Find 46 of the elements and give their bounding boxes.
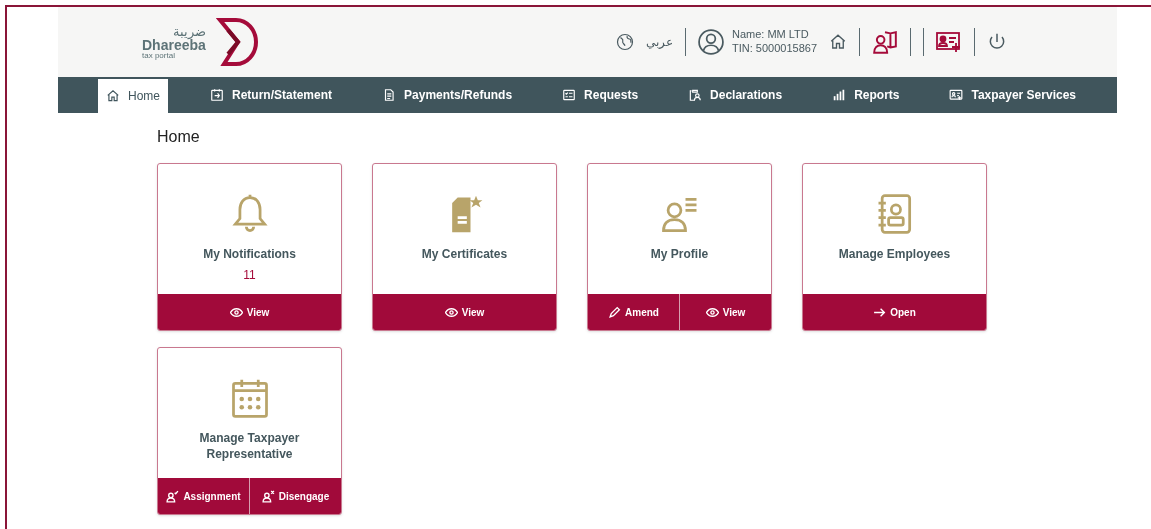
card-title: Manage Employees — [837, 246, 952, 262]
checklist-icon — [562, 88, 577, 102]
card-action-button[interactable]: View — [373, 294, 556, 330]
id-card-icon — [949, 88, 964, 102]
eye-icon — [705, 305, 719, 319]
nav-tab[interactable]: Taxpayer Services — [941, 77, 1084, 113]
card-action-button[interactable]: View — [158, 294, 341, 330]
card-action-button[interactable]: Open — [803, 294, 986, 330]
bar-chart-icon — [832, 88, 847, 102]
user-name: Name: MM LTD — [732, 28, 810, 42]
person-check-icon — [166, 489, 180, 503]
eye-icon — [229, 305, 243, 319]
card-title: Manage Taxpayer Representative — [198, 430, 301, 462]
eye-icon — [444, 305, 458, 319]
nav-tab[interactable]: Home — [98, 77, 168, 113]
globe-icon[interactable] — [616, 33, 634, 51]
power-icon[interactable] — [987, 32, 1007, 52]
clipboard-person-icon — [688, 88, 703, 102]
card-title: My Notifications — [202, 246, 297, 262]
home-icon — [106, 89, 120, 103]
pencil-icon — [608, 305, 622, 319]
card-title: My Profile — [649, 246, 710, 262]
card-title: My Certificates — [420, 246, 509, 262]
nav-tab[interactable]: Payments/Refunds — [374, 77, 521, 113]
language-link[interactable]: عربي — [646, 33, 673, 51]
nav-tab[interactable]: Reports — [824, 77, 908, 113]
nav-tab[interactable]: Return/Statement — [202, 77, 341, 113]
logo-tagline: tax portal — [142, 51, 176, 60]
nav-tab[interactable]: Requests — [554, 77, 647, 113]
home-icon[interactable] — [829, 33, 847, 51]
notification-count: 11 — [243, 267, 256, 284]
user-avatar-icon[interactable] — [698, 29, 724, 55]
tin-number: TIN: 5000015867 — [732, 42, 817, 56]
page-title: Home — [157, 127, 201, 147]
person-book-icon[interactable] — [872, 29, 898, 55]
card-action-button[interactable]: Assignment — [158, 478, 249, 514]
nav-tab[interactable]: Declarations — [680, 77, 791, 113]
card-action-button[interactable]: View — [679, 294, 771, 330]
logo-arabic-text: ضريبة — [172, 24, 206, 38]
chevron-logo-icon — [213, 16, 260, 68]
card-action-button[interactable]: Amend — [588, 294, 679, 330]
logo-name: Dhareeba — [142, 37, 206, 52]
id-card-add-icon[interactable] — [936, 31, 962, 53]
person-cross-icon — [261, 489, 275, 503]
card-action-button[interactable]: Disengage — [249, 478, 341, 514]
document-icon — [382, 88, 397, 102]
